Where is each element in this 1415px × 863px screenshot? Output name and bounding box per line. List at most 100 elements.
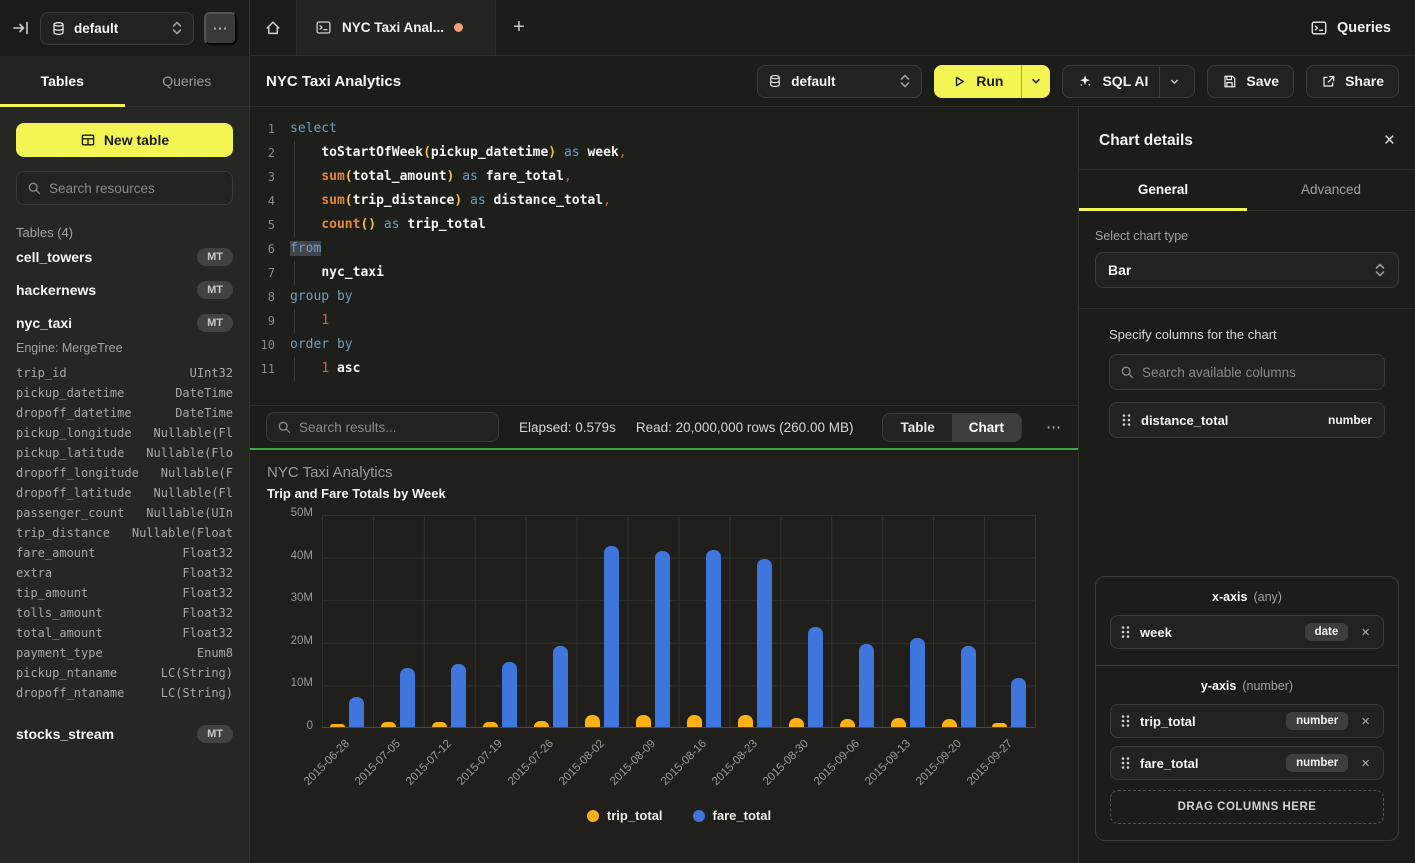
fare_total-bar xyxy=(910,638,925,727)
code-line[interactable]: 4 sum(trip_distance) as distance_total, xyxy=(250,189,1078,213)
column-type-badge: number xyxy=(1286,754,1348,772)
column-chip-week[interactable]: weekdate× xyxy=(1110,615,1384,649)
sql-ai-button[interactable]: SQL AI xyxy=(1062,65,1195,98)
column-row: tolls_amountFloat32 xyxy=(16,603,233,623)
results-search[interactable] xyxy=(266,412,499,442)
toggle-chart[interactable]: Chart xyxy=(952,414,1021,441)
column-row: extraFloat32 xyxy=(16,563,233,583)
column-chip-distance_total[interactable]: distance_totalnumber xyxy=(1109,402,1385,438)
column-chip-trip_total[interactable]: trip_totalnumber× xyxy=(1110,704,1384,738)
columns-search-input[interactable] xyxy=(1142,365,1374,380)
column-row: dropoff_longitudeNullable(F xyxy=(16,463,233,483)
column-row: pickup_longitudeNullable(Fl xyxy=(16,423,233,443)
trip_total-bar xyxy=(381,722,396,727)
specify-columns-label: Specify columns for the chart xyxy=(1109,327,1385,342)
sidebar-topbar: default ⋯ xyxy=(0,0,249,56)
code-line[interactable]: 7 nyc_taxi xyxy=(250,261,1078,285)
database-selector[interactable]: default xyxy=(40,12,194,45)
share-button[interactable]: Share xyxy=(1306,65,1399,98)
share-icon xyxy=(1321,74,1336,89)
trip_total-bar xyxy=(330,724,345,727)
run-dropdown-icon[interactable] xyxy=(1022,65,1050,98)
new-tab-button[interactable]: + xyxy=(496,0,542,55)
y-axis-section: y-axis(number) trip_totalnumber×fare_tot… xyxy=(1096,665,1398,840)
bar-chart[interactable]: 010M20M30M40M50M xyxy=(322,515,1036,728)
code-line[interactable]: 11 1 asc xyxy=(250,357,1078,381)
save-button[interactable]: Save xyxy=(1207,65,1294,98)
legend-dot xyxy=(693,810,705,822)
sidebar-search-input[interactable] xyxy=(49,181,222,196)
tab-tables[interactable]: Tables xyxy=(0,56,125,106)
table-row[interactable]: nyc_taxiMT xyxy=(16,306,233,339)
main-area: NYC Taxi Anal... + Queries NYC Taxi Anal… xyxy=(250,0,1415,863)
queries-button[interactable]: Queries xyxy=(1310,19,1391,37)
sql-editor[interactable]: 1select2 toStartOfWeek(pickup_datetime) … xyxy=(250,107,1078,405)
terminal-icon xyxy=(1310,19,1328,37)
remove-column-icon[interactable]: × xyxy=(1358,713,1373,730)
column-type-badge: number xyxy=(1286,712,1348,730)
column-name: week xyxy=(1140,625,1295,640)
bar-group xyxy=(729,515,780,727)
sidebar-more-button[interactable]: ⋯ xyxy=(204,12,237,45)
code-line[interactable]: 2 toStartOfWeek(pickup_datetime) as week… xyxy=(250,141,1078,165)
fare_total-bar xyxy=(1011,678,1026,727)
results-more-button[interactable]: ⋯ xyxy=(1046,418,1062,436)
sql-ai-dropdown-icon[interactable] xyxy=(1159,66,1180,97)
column-row: trip_distanceNullable(Float xyxy=(16,523,233,543)
database-icon xyxy=(51,21,66,36)
table-row[interactable]: stocks_streamMT xyxy=(16,717,233,750)
trip_total-bar xyxy=(432,722,447,727)
drag-handle-icon[interactable] xyxy=(1121,714,1130,728)
x-axis-tick-label: 2015-06-28 xyxy=(302,738,352,788)
fare_total-bar xyxy=(451,664,466,727)
column-type-badge: number xyxy=(1328,413,1372,427)
legend-item[interactable]: trip_total xyxy=(587,808,663,823)
drag-columns-dropzone[interactable]: DRAG COLUMNS HERE xyxy=(1110,790,1384,824)
code-line[interactable]: 10order by xyxy=(250,333,1078,357)
drag-handle-icon[interactable] xyxy=(1121,756,1130,770)
run-button-label: Run xyxy=(976,73,1003,89)
tab-advanced[interactable]: Advanced xyxy=(1247,170,1415,210)
column-row: fare_amountFloat32 xyxy=(16,543,233,563)
query-tab[interactable]: NYC Taxi Anal... xyxy=(296,0,496,55)
new-table-button[interactable]: New table xyxy=(16,123,233,157)
drag-handle-icon[interactable] xyxy=(1121,625,1130,639)
bar-group xyxy=(373,515,424,727)
table-name: nyc_taxi xyxy=(16,315,72,331)
bar-group xyxy=(678,515,729,727)
chart-type-select[interactable]: Bar xyxy=(1095,252,1399,288)
bar-group xyxy=(577,515,628,727)
tab-queries[interactable]: Queries xyxy=(125,56,250,106)
code-line[interactable]: 8group by xyxy=(250,285,1078,309)
tab-general[interactable]: General xyxy=(1079,170,1247,210)
code-line[interactable]: 1select xyxy=(250,117,1078,141)
column-chip-fare_total[interactable]: fare_totalnumber× xyxy=(1110,746,1384,780)
table-name: stocks_stream xyxy=(16,726,114,742)
drag-handle-icon[interactable] xyxy=(1122,413,1131,427)
results-search-input[interactable] xyxy=(299,420,488,435)
table-row[interactable]: hackernewsMT xyxy=(16,273,233,306)
code-line[interactable]: 9 1 xyxy=(250,309,1078,333)
bar-group xyxy=(933,515,984,727)
run-database-selector[interactable]: default xyxy=(757,65,922,98)
toggle-table[interactable]: Table xyxy=(883,414,951,441)
sidebar-search[interactable] xyxy=(16,171,233,205)
trip_total-bar xyxy=(483,722,498,727)
remove-column-icon[interactable]: × xyxy=(1358,755,1373,772)
run-button[interactable]: Run xyxy=(934,65,1050,98)
sparkle-icon xyxy=(1077,73,1093,89)
code-line[interactable]: 6from xyxy=(250,237,1078,261)
code-line[interactable]: 5 count() as trip_total xyxy=(250,213,1078,237)
code-line[interactable]: 3 sum(total_amount) as fare_total, xyxy=(250,165,1078,189)
legend-item[interactable]: fare_total xyxy=(693,808,772,823)
engine-badge: MT xyxy=(197,248,233,266)
collapse-sidebar-icon[interactable] xyxy=(12,19,30,37)
table-row[interactable]: cell_towersMT xyxy=(16,240,233,273)
fare_total-bar xyxy=(400,668,415,727)
remove-column-icon[interactable]: × xyxy=(1358,624,1373,641)
sql-ai-label: SQL AI xyxy=(1102,73,1148,89)
fare_total-bar xyxy=(808,627,823,727)
columns-search[interactable] xyxy=(1109,354,1385,390)
close-icon[interactable]: × xyxy=(1384,131,1395,150)
home-icon[interactable] xyxy=(250,0,296,55)
